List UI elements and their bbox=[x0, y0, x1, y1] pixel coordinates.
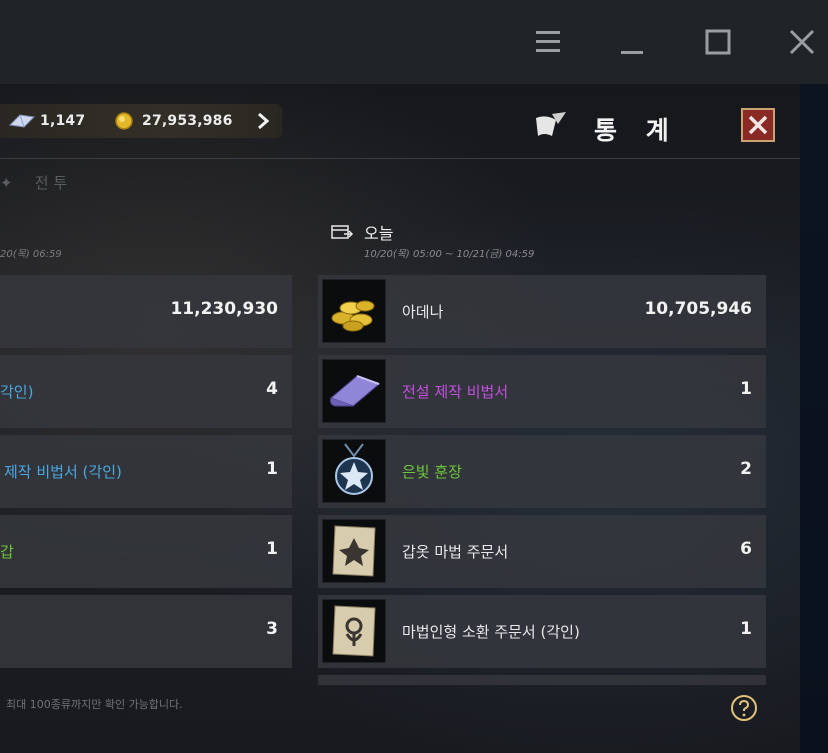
item-name: 전설 제작 비법서 bbox=[402, 383, 509, 401]
list-item: 11,230,930 bbox=[0, 275, 292, 348]
item-name: 갑옷 마법 주문서 bbox=[402, 543, 509, 561]
list-item-partial bbox=[318, 675, 766, 685]
list-item: 갑 1 bbox=[0, 515, 292, 588]
list-item: 은빛 훈장 2 bbox=[318, 435, 766, 508]
crystal-amount: 1,147 bbox=[40, 113, 86, 129]
list-item: 각인) 4 bbox=[0, 355, 292, 428]
item-count: 2 bbox=[740, 459, 752, 479]
minimize-icon[interactable] bbox=[612, 22, 652, 62]
item-count: 10,705,946 bbox=[644, 299, 752, 319]
item-count: 1 bbox=[266, 459, 278, 479]
close-icon[interactable] bbox=[782, 22, 822, 62]
silver-medal-icon bbox=[322, 439, 386, 503]
item-name: 제작 비법서 (각인) bbox=[4, 463, 122, 481]
statistics-panel: 1,147 27,953,986 통 계 ✦ 전 투 20(목) 06:59 오… bbox=[0, 84, 800, 753]
item-count: 1 bbox=[740, 619, 752, 639]
list-item: 갑옷 마법 주문서 6 bbox=[318, 515, 766, 588]
item-count: 4 bbox=[266, 379, 278, 399]
list-item: 아데나 10,705,946 bbox=[318, 275, 766, 348]
adena-coin-icon bbox=[114, 111, 134, 135]
footer-note: 최대 100종류까지만 확인 가능합니다. bbox=[6, 698, 183, 711]
legendary-recipe-icon bbox=[322, 359, 386, 423]
item-name: 각인) bbox=[0, 383, 34, 401]
currency-bar: 1,147 27,953,986 bbox=[0, 104, 282, 138]
adena-amount: 27,953,986 bbox=[142, 113, 233, 129]
item-count: 6 bbox=[740, 539, 752, 559]
left-column-date: 20(목) 06:59 bbox=[0, 249, 62, 260]
list-item: 3 bbox=[0, 595, 292, 668]
item-count: 1 bbox=[740, 379, 752, 399]
doll-summon-scroll-icon bbox=[322, 599, 386, 663]
list-item: 마법인형 소환 주문서 (각인) 1 bbox=[318, 595, 766, 668]
crystal-icon bbox=[8, 111, 36, 135]
scroll-quill-icon bbox=[532, 110, 568, 146]
item-count: 1 bbox=[266, 539, 278, 559]
item-name: 갑 bbox=[0, 543, 14, 561]
chevron-right-icon[interactable] bbox=[256, 111, 270, 136]
help-icon[interactable] bbox=[730, 694, 758, 722]
item-name: 아데나 bbox=[402, 303, 444, 321]
today-date-range: 10/20(목) 05:00 ~ 10/21(금) 04:59 bbox=[364, 249, 535, 260]
item-name: 마법인형 소환 주문서 (각인) bbox=[402, 623, 580, 641]
tab-combat[interactable]: ✦ 전 투 bbox=[0, 172, 67, 193]
panel-close-button[interactable] bbox=[741, 108, 775, 142]
window-titlebar bbox=[0, 0, 828, 84]
hamburger-icon[interactable] bbox=[528, 22, 568, 62]
right-edge-strip bbox=[800, 84, 828, 753]
list-item: 제작 비법서 (각인) 1 bbox=[0, 435, 292, 508]
item-count: 3 bbox=[266, 619, 278, 639]
panel-title: 통 계 bbox=[594, 116, 679, 145]
adena-coins-icon bbox=[322, 279, 386, 343]
combat-icon: ✦ bbox=[0, 174, 13, 192]
close-icon bbox=[748, 115, 768, 135]
maximize-icon[interactable] bbox=[698, 22, 738, 62]
today-label: 오늘 bbox=[364, 224, 394, 243]
armor-scroll-icon bbox=[322, 519, 386, 583]
tab-combat-label: 전 투 bbox=[34, 174, 68, 192]
item-count: 11,230,930 bbox=[170, 299, 278, 319]
header-divider bbox=[0, 158, 800, 159]
item-name: 은빛 훈장 bbox=[402, 463, 462, 481]
calendar-icon bbox=[330, 222, 354, 246]
list-item: 전설 제작 비법서 1 bbox=[318, 355, 766, 428]
